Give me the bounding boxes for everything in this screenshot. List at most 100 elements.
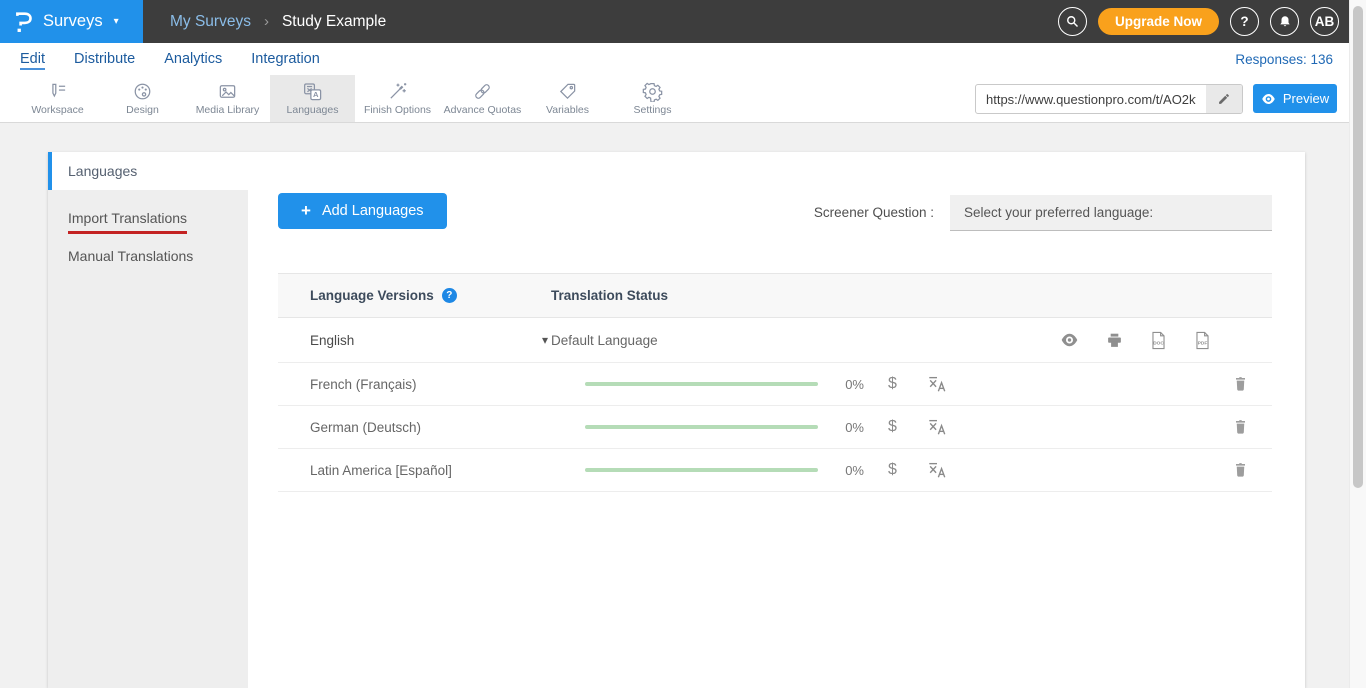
gear-icon bbox=[642, 81, 663, 102]
translation-progress-percent: 0% bbox=[828, 463, 864, 478]
svg-text:DOC: DOC bbox=[1153, 340, 1164, 346]
toolbar-item-finish-options[interactable]: Finish Options bbox=[355, 75, 440, 122]
auto-translate-button[interactable] bbox=[927, 374, 947, 399]
image-icon bbox=[217, 81, 238, 102]
toolbar-item-media-library[interactable]: Media Library bbox=[185, 75, 270, 122]
translation-progress-bar bbox=[585, 425, 818, 429]
plus-icon: + bbox=[301, 201, 311, 221]
column-translation-status: Translation Status bbox=[551, 288, 668, 303]
delete-language-button[interactable] bbox=[1233, 375, 1248, 398]
tab-integration[interactable]: Integration bbox=[251, 51, 320, 67]
translate-icon bbox=[927, 460, 947, 480]
content-area: Languages Import Translations Manual Tra… bbox=[0, 123, 1366, 688]
breadcrumb-separator-icon: › bbox=[264, 13, 269, 30]
table-row-german: German (Deutsch) 0% $ bbox=[278, 406, 1272, 449]
sidebar-item-manual-translations[interactable]: Manual Translations bbox=[48, 237, 248, 275]
table-header-row: Language Versions ? Translation Status bbox=[278, 273, 1272, 318]
print-icon[interactable] bbox=[1106, 332, 1123, 349]
trash-icon bbox=[1233, 375, 1248, 393]
breadcrumb-my-surveys[interactable]: My Surveys bbox=[170, 13, 251, 31]
auto-translate-button[interactable] bbox=[927, 460, 947, 485]
column-language-versions: Language Versions ? bbox=[278, 288, 551, 303]
sidebar-item-import-translations[interactable]: Import Translations bbox=[48, 199, 248, 237]
language-name: French (Français) bbox=[278, 377, 551, 392]
paid-translation-icon[interactable]: $ bbox=[888, 375, 897, 393]
trash-icon bbox=[1233, 418, 1248, 436]
toolbar-item-settings[interactable]: Settings bbox=[610, 75, 695, 122]
table-row-default-language: English ▾ Default Language bbox=[278, 318, 1272, 363]
toolbar-item-design[interactable]: Design bbox=[100, 75, 185, 122]
tab-distribute[interactable]: Distribute bbox=[74, 51, 135, 67]
edit-url-button[interactable] bbox=[1206, 85, 1242, 113]
preview-button[interactable]: Preview bbox=[1253, 84, 1337, 113]
delete-language-button[interactable] bbox=[1233, 418, 1248, 441]
breadcrumb: My Surveys › Study Example bbox=[170, 0, 386, 43]
add-languages-button[interactable]: + Add Languages bbox=[278, 193, 447, 229]
translation-progress-percent: 0% bbox=[828, 420, 864, 435]
survey-tabs-bar: Edit Distribute Analytics Integration Re… bbox=[0, 43, 1366, 75]
language-versions-table: Language Versions ? Translation Status E… bbox=[278, 273, 1272, 492]
notifications-button[interactable] bbox=[1270, 7, 1299, 36]
eye-icon bbox=[1261, 93, 1276, 105]
toolbar-item-variables[interactable]: Variables bbox=[525, 75, 610, 122]
languages-card: Languages Import Translations Manual Tra… bbox=[48, 152, 1305, 688]
survey-url-group bbox=[975, 84, 1243, 114]
toolbar-item-languages[interactable]: A Languages bbox=[270, 75, 355, 122]
paid-translation-icon[interactable]: $ bbox=[888, 418, 897, 436]
scrollbar-thumb[interactable] bbox=[1353, 6, 1363, 488]
question-mark-icon: ? bbox=[1240, 14, 1248, 29]
screener-question-select[interactable]: Select your preferred language: bbox=[950, 195, 1272, 231]
translation-progress-bar bbox=[585, 382, 818, 386]
upgrade-now-button[interactable]: Upgrade Now bbox=[1098, 8, 1219, 35]
avatar-initials: AB bbox=[1315, 14, 1335, 29]
default-language-name: English bbox=[278, 333, 551, 348]
search-button[interactable] bbox=[1058, 7, 1087, 36]
toolbar-item-advance-quotas[interactable]: Advance Quotas bbox=[440, 75, 525, 122]
table-row-french: French (Français) 0% $ bbox=[278, 363, 1272, 406]
help-badge-icon[interactable]: ? bbox=[442, 288, 457, 303]
bell-icon bbox=[1278, 14, 1292, 29]
export-doc-icon[interactable]: DOC bbox=[1150, 331, 1167, 350]
questionpro-logo-icon bbox=[13, 9, 34, 35]
svg-text:PDF: PDF bbox=[1198, 340, 1208, 346]
tag-icon bbox=[557, 81, 578, 102]
toolbar-item-workspace[interactable]: Workspace bbox=[15, 75, 100, 122]
tab-edit[interactable]: Edit bbox=[20, 51, 45, 67]
magic-wand-icon bbox=[387, 81, 408, 102]
view-eye-icon[interactable] bbox=[1060, 333, 1079, 347]
screener-question-label: Screener Question : bbox=[748, 195, 934, 231]
translate-icon bbox=[927, 417, 947, 437]
edit-toolbar: Workspace Design Media Library A Languag… bbox=[0, 75, 1366, 123]
translate-icon bbox=[927, 374, 947, 394]
product-name: Surveys bbox=[43, 12, 103, 31]
language-name: Latin America [Español] bbox=[278, 463, 551, 478]
workspace-icon bbox=[47, 81, 68, 102]
default-language-actions: DOC PDF bbox=[1060, 318, 1211, 362]
export-pdf-icon[interactable]: PDF bbox=[1194, 331, 1211, 350]
survey-url-input[interactable] bbox=[976, 85, 1206, 113]
tab-analytics[interactable]: Analytics bbox=[164, 51, 222, 67]
top-bar: Surveys ▾ My Surveys › Study Example Upg… bbox=[0, 0, 1366, 43]
languages-panel: + Add Languages Screener Question : Sele… bbox=[248, 152, 1305, 688]
table-row-latin-america: Latin America [Español] 0% $ bbox=[278, 449, 1272, 492]
paid-translation-icon[interactable]: $ bbox=[888, 461, 897, 479]
translate-icon: A bbox=[302, 81, 323, 102]
trash-icon bbox=[1233, 461, 1248, 479]
palette-icon bbox=[132, 81, 153, 102]
product-switcher[interactable]: Surveys ▾ bbox=[0, 0, 143, 43]
translation-progress-percent: 0% bbox=[828, 377, 864, 392]
topbar-actions: Upgrade Now ? AB bbox=[1058, 0, 1339, 43]
chevron-down-icon[interactable]: ▾ bbox=[542, 333, 548, 347]
help-button[interactable]: ? bbox=[1230, 7, 1259, 36]
default-language-status: Default Language bbox=[551, 333, 658, 348]
auto-translate-button[interactable] bbox=[927, 417, 947, 442]
page-scrollbar[interactable] bbox=[1349, 0, 1366, 688]
chain-links-icon bbox=[472, 81, 493, 102]
responses-count-link[interactable]: Responses: 136 bbox=[1235, 52, 1333, 67]
svg-text:A: A bbox=[313, 90, 319, 99]
breadcrumb-current: Study Example bbox=[282, 13, 386, 31]
language-name: German (Deutsch) bbox=[278, 420, 551, 435]
avatar[interactable]: AB bbox=[1310, 7, 1339, 36]
delete-language-button[interactable] bbox=[1233, 461, 1248, 484]
chevron-down-icon: ▾ bbox=[114, 16, 119, 27]
